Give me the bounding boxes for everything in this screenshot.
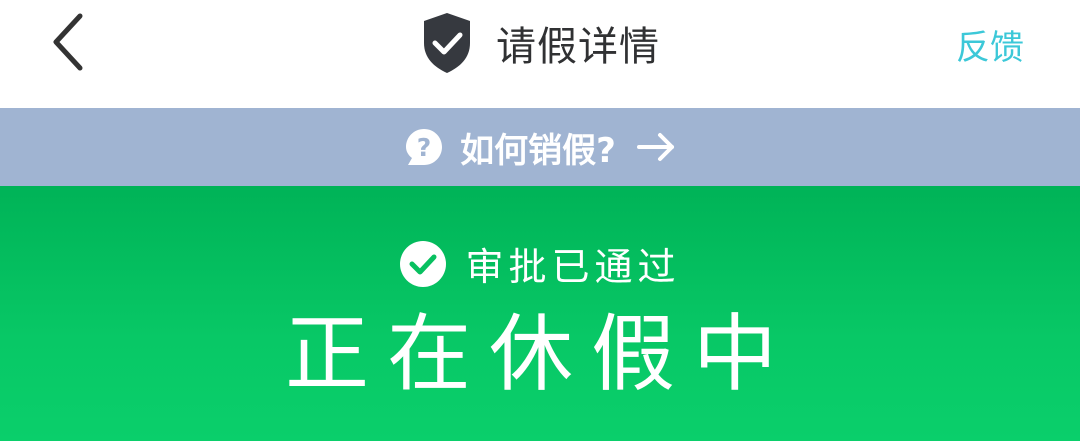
help-link-text: 如何销假?: [460, 130, 616, 171]
title-group: 请假详情: [0, 8, 1080, 78]
page-title: 请假详情: [496, 24, 660, 70]
check-circle-icon: [399, 240, 447, 288]
feedback-button[interactable]: 反馈: [956, 20, 1024, 69]
svg-text:?: ?: [417, 133, 432, 162]
header-bar: 请假详情 反馈: [0, 0, 1080, 108]
approval-status: 审批已通过: [0, 236, 1080, 291]
arrow-right-icon: [636, 132, 676, 162]
approval-status-text: 审批已通过: [465, 245, 681, 289]
shield-check-icon: [420, 11, 474, 75]
question-bubble-icon: ?: [404, 127, 444, 167]
leave-status-panel: 审批已通过 正在休假中: [0, 186, 1080, 441]
leave-status-main: 正在休假中: [284, 305, 795, 403]
how-to-end-leave-link[interactable]: ? 如何销假?: [0, 108, 1080, 186]
